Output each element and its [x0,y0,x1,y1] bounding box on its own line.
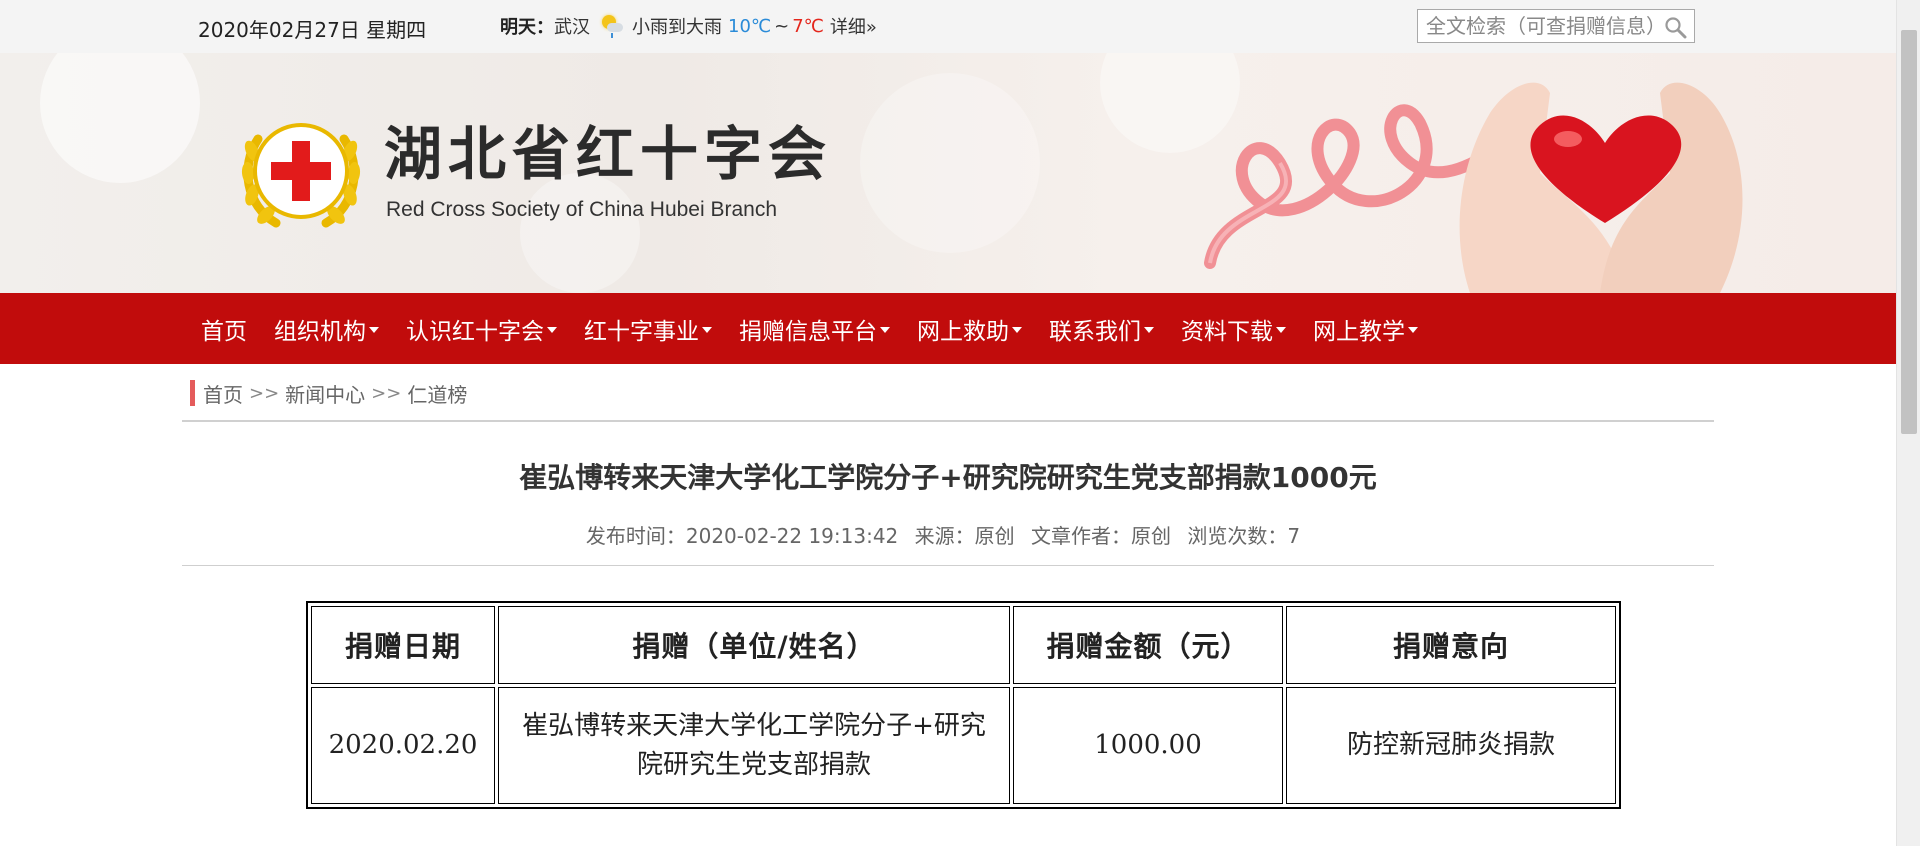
cell-date: 2020.02.20 [311,687,495,804]
nav-item-label: 红十字事业 [584,318,699,345]
publish-time: 发布时间：2020-02-22 19:13:42 [585,524,899,548]
breadcrumb-separator: >> [249,382,280,404]
nav-item[interactable]: 网上教学 [1313,312,1418,346]
nav-item[interactable]: 认识红十字会 [406,312,557,346]
nav-menu: 首页 组织机构 认识红十字会 红十字事业 捐赠信息平台 网上救助 联系我们 资料下载 网上教学 [201,293,1445,364]
breadcrumb-marker [190,380,195,406]
article-meta: 发布时间：2020-02-22 19:13:42 来源：原创 文章作者：原创 浏… [182,520,1714,549]
weather-temp-high: 7℃ [792,15,824,37]
caret-down-icon [1408,326,1418,333]
caret-down-icon [547,326,557,333]
nav-item[interactable]: 首页 [201,312,247,346]
table-header-row: 捐赠日期 捐赠（单位/姓名） 捐赠金额（元） 捐赠意向 [311,606,1616,684]
red-cross-emblem-icon[interactable] [236,111,366,235]
caret-down-icon [1012,326,1022,333]
site-title-cn: 湖北省红十字会 [384,120,833,188]
breadcrumb-news-center[interactable]: 新闻中心 [285,379,365,408]
weather-temp-low: 10℃ [728,15,772,37]
cell-amount: 1000.00 [1013,687,1283,804]
nav-item[interactable]: 资料下载 [1181,312,1286,346]
current-date: 2020年02月27日 星期四 [198,18,427,42]
nav-item[interactable]: 联系我们 [1049,312,1154,346]
cell-donor: 崔弘博转来天津大学化工学院分子+研究院研究生党支部捐款 [498,687,1010,804]
breadcrumb: 首页 >> 新闻中心 >> 仁道榜 [190,378,467,408]
search-icon[interactable] [1663,15,1687,39]
divider [182,565,1714,566]
article-source: 来源：原创 [914,524,1015,548]
cell-purpose: 防控新冠肺炎捐款 [1286,687,1616,804]
nav-item-label: 网上教学 [1313,318,1405,345]
nav-item-label: 组织机构 [274,318,366,345]
weather-temp-separator: ~ [774,15,790,37]
nav-item-label: 认识红十字会 [406,318,544,345]
nav-item-label: 资料下载 [1181,318,1273,345]
heart-hands-illustration [1204,82,1743,293]
table-row: 2020.02.20 崔弘博转来天津大学化工学院分子+研究院研究生党支部捐款 1… [311,687,1616,804]
weather-city: 武汉 [554,17,590,38]
page-scrollbar[interactable] [1896,0,1920,846]
nav-item-label: 首页 [201,318,247,345]
caret-down-icon [880,326,890,333]
column-header-date: 捐赠日期 [311,606,495,684]
weather-condition: 小雨到大雨 [632,17,722,38]
nav-item-label: 联系我们 [1049,318,1141,345]
nav-item-label: 网上救助 [917,318,1009,345]
breadcrumb-home[interactable]: 首页 [203,379,243,408]
rain-sun-icon [600,14,624,38]
nav-item[interactable]: 红十字事业 [584,312,712,346]
top-bar: 2020年02月27日 星期四 明天： 武汉 小雨到大雨 10℃ ~ 7℃ 详细… [0,0,1896,53]
caret-down-icon [1144,326,1154,333]
article-title: 崔弘博转来天津大学化工学院分子+研究院研究生党支部捐款1000元 [519,461,1377,494]
caret-down-icon [1276,326,1286,333]
nav-item-label: 捐赠信息平台 [739,318,877,345]
column-header-donor: 捐赠（单位/姓名） [498,606,1010,684]
nav-item[interactable]: 捐赠信息平台 [739,312,890,346]
article-author: 文章作者：原创 [1031,524,1172,548]
breadcrumb-current[interactable]: 仁道榜 [407,379,467,408]
view-count: 浏览次数：7 [1187,524,1301,548]
caret-down-icon [369,326,379,333]
breadcrumb-separator: >> [371,382,402,404]
site-title-en: Red Cross Society of China Hubei Branch [386,198,778,221]
column-header-purpose: 捐赠意向 [1286,606,1616,684]
search-box [1417,9,1695,43]
weather-widget: 明天： 武汉 小雨到大雨 10℃ ~ 7℃ 详细» [500,13,877,39]
scrollbar-thumb[interactable] [1901,30,1917,434]
main-nav: 首页 组织机构 认识红十字会 红十字事业 捐赠信息平台 网上救助 联系我们 资料下载 网上教学 [0,293,1896,364]
divider [182,420,1714,422]
search-input[interactable] [1418,10,1658,42]
weather-detail-link[interactable]: 详细» [830,13,877,39]
site-banner: 湖北省红十字会 Red Cross Society of China Hubei… [0,53,1896,293]
caret-down-icon [702,326,712,333]
weather-label: 明天： [500,17,554,38]
nav-item[interactable]: 网上救助 [917,312,1022,346]
donation-table: 捐赠日期 捐赠（单位/姓名） 捐赠金额（元） 捐赠意向 2020.02.20 崔… [306,601,1621,809]
nav-item[interactable]: 组织机构 [274,312,379,346]
column-header-amount: 捐赠金额（元） [1013,606,1283,684]
